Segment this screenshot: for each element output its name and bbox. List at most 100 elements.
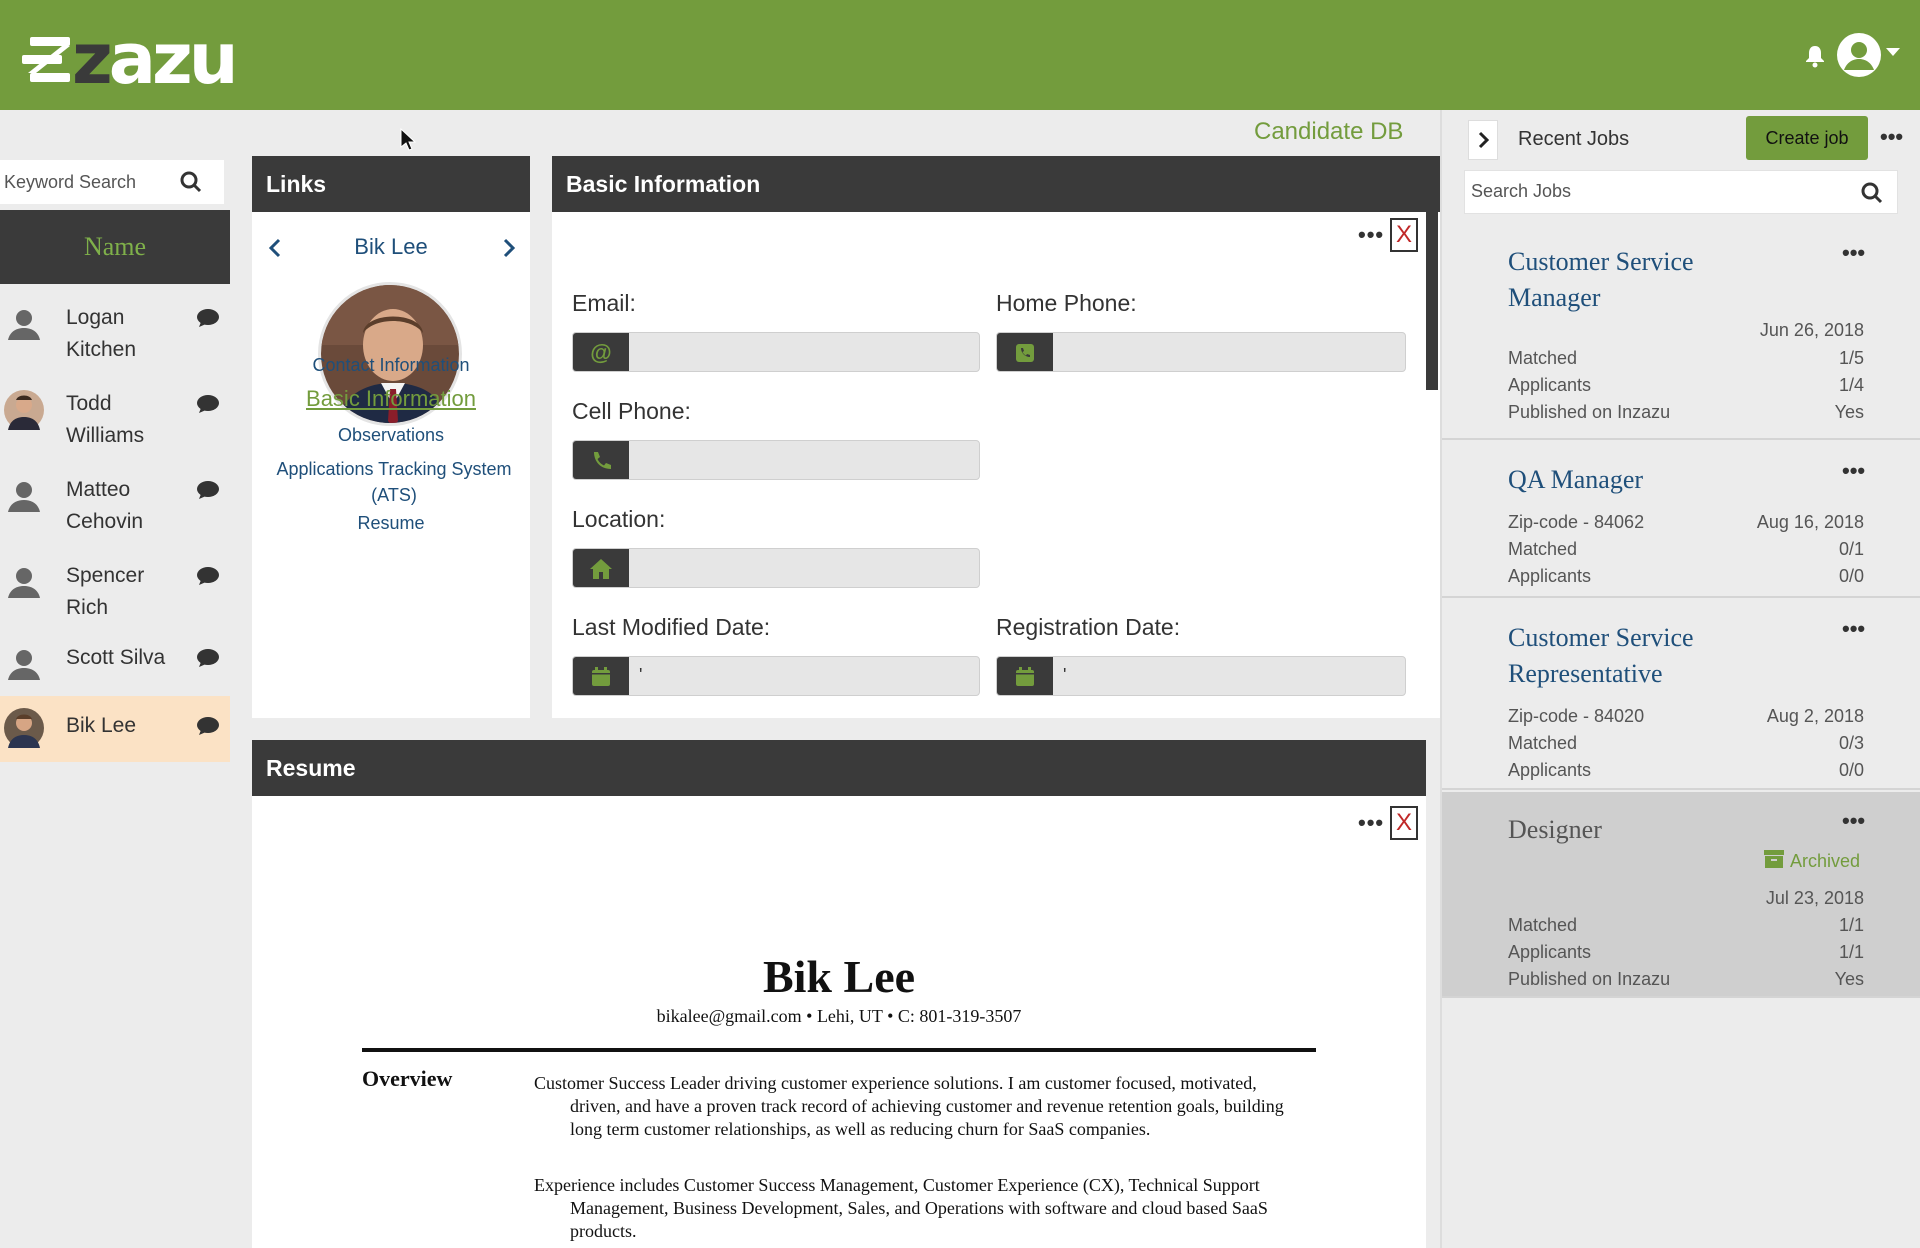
more-options-icon[interactable]: ••• (1358, 222, 1384, 248)
job-matched-row: Matched 0/1 (1508, 539, 1864, 559)
divider (362, 1048, 1316, 1052)
user-avatar-icon[interactable] (1836, 32, 1882, 78)
phone-icon (573, 441, 629, 479)
search-icon[interactable] (180, 171, 202, 198)
candidate-name: Todd Williams (66, 392, 145, 447)
logo-text: zazu (72, 18, 239, 100)
cell-phone-label: Cell Phone: (572, 398, 691, 424)
link-basic-information[interactable]: Basic Information (252, 386, 530, 412)
job-applicants-row: Applicants 0/0 (1508, 566, 1864, 586)
candidate-name: Scott Silva (66, 646, 166, 669)
job-published-row: Published on Inzazu Yes (1508, 969, 1864, 989)
job-card-archived[interactable]: Designer ••• Archived Jul 23, 2018 Match… (1442, 792, 1920, 998)
candidate-item-active[interactable]: Bik Lee (0, 696, 230, 762)
page-title: Candidate DB (1254, 118, 1404, 145)
resume-contact: bikalee@gmail.com • Lehi, UT • C: 801-31… (656, 1006, 1022, 1026)
name-column-header[interactable]: Name (0, 210, 230, 284)
job-published-row: Published on Inzazu Yes (1508, 402, 1864, 422)
email-field[interactable]: @ (572, 332, 980, 372)
candidate-item[interactable]: Spencer Rich (0, 542, 230, 628)
job-title[interactable]: Customer Service Manager (1508, 244, 1768, 316)
job-card[interactable]: Customer Service Manager ••• Jun 26, 201… (1442, 224, 1920, 440)
job-title[interactable]: Customer Service Representative (1508, 620, 1768, 692)
chat-icon[interactable] (196, 716, 220, 741)
user-avatar-icon (4, 304, 44, 344)
job-zip-row: Zip-code - 84020 Aug 2, 2018 (1508, 706, 1864, 726)
basic-information-panel: Basic Information ••• X Email: @ Home Ph… (552, 156, 1440, 718)
more-options-icon[interactable]: ••• (1358, 810, 1384, 836)
archive-box-icon (1764, 850, 1784, 873)
last-modified-label: Last Modified Date: (572, 614, 771, 640)
candidate-name: Bik Lee (66, 714, 137, 737)
candidate-list: Name Logan Kitchen Todd Williams Matteo Ceh… (0, 210, 230, 1248)
job-title[interactable]: Designer (1508, 812, 1768, 848)
email-label: Email: (572, 290, 636, 316)
chat-icon[interactable] (196, 308, 220, 333)
chat-icon[interactable] (196, 480, 220, 505)
location-label: Location: (572, 506, 666, 532)
bell-icon[interactable] (1804, 44, 1826, 68)
resume-paragraph: Customer Success Leader driving customer… (534, 1073, 1284, 1139)
links-panel-title: Links (252, 156, 530, 212)
calendar-icon (997, 657, 1053, 695)
current-candidate-name: Bik Lee (354, 234, 428, 259)
link-resume[interactable]: Resume (252, 510, 530, 536)
search-icon[interactable] (1861, 182, 1883, 209)
links-panel: Links Bik Lee Contact Information Basic … (252, 156, 530, 718)
phone-square-icon (997, 333, 1053, 371)
resume-paragraph: Experience includes Customer Success Man… (534, 1175, 1268, 1241)
basic-information-title: Basic Information (552, 156, 1440, 212)
location-field[interactable] (572, 548, 980, 588)
user-avatar-icon (4, 562, 44, 602)
chevron-right-icon[interactable] (502, 238, 516, 263)
home-phone-field[interactable] (996, 332, 1406, 372)
inzazu-logo[interactable]: zazu (22, 18, 239, 100)
keyword-search (0, 160, 224, 204)
job-card[interactable]: Customer Service Representative ••• Zip-… (1442, 600, 1920, 790)
registration-label: Registration Date: (996, 614, 1181, 640)
job-matched-row: Matched 1/5 (1508, 348, 1864, 368)
chevron-right-icon[interactable] (1468, 120, 1498, 160)
candidate-item[interactable]: Matteo Cehovin (0, 456, 230, 542)
candidate-item[interactable]: Scott Silva (0, 628, 230, 696)
more-options-icon[interactable]: ••• (1842, 808, 1865, 834)
more-options-icon[interactable]: ••• (1842, 458, 1865, 484)
link-observations[interactable]: Observations (252, 422, 530, 448)
candidate-navigator: Bik Lee (252, 212, 530, 282)
archived-badge: Archived (1764, 850, 1860, 873)
chevron-down-icon[interactable] (1886, 48, 1900, 56)
chat-icon[interactable] (196, 648, 220, 673)
job-search-input[interactable] (1471, 181, 1851, 202)
job-card[interactable]: QA Manager ••• Zip-code - 84062 Aug 16, 2… (1442, 442, 1920, 598)
last-modified-field[interactable]: ' (572, 656, 980, 696)
link-ats[interactable]: Applications Tracking System (ATS) (252, 456, 530, 508)
registration-date-field[interactable]: ' (996, 656, 1406, 696)
job-search (1464, 170, 1898, 214)
recent-jobs-sidebar: Recent Jobs Create job ••• Customer Serv… (1440, 110, 1920, 1248)
candidate-photo (4, 390, 44, 430)
job-matched-row: Matched 0/3 (1508, 733, 1864, 753)
candidate-item[interactable]: Logan Kitchen (0, 284, 230, 370)
cell-phone-field[interactable] (572, 440, 980, 480)
job-date-row: Jul 23, 2018 (1765, 888, 1864, 908)
chat-icon[interactable] (196, 394, 220, 419)
keyword-search-input[interactable] (4, 171, 184, 193)
more-options-icon[interactable]: ••• (1842, 616, 1865, 642)
more-options-icon[interactable]: ••• (1880, 124, 1903, 150)
job-title[interactable]: QA Manager (1508, 462, 1768, 498)
mouse-cursor-icon (400, 127, 417, 157)
home-icon (573, 549, 629, 587)
create-job-button[interactable]: Create job (1746, 116, 1868, 160)
more-options-icon[interactable]: ••• (1842, 240, 1865, 266)
candidate-item[interactable]: Todd Williams (0, 370, 230, 456)
chat-icon[interactable] (196, 566, 220, 591)
home-phone-label: Home Phone: (996, 290, 1137, 316)
logo-mark (22, 33, 78, 85)
scrollbar-thumb[interactable] (1426, 212, 1438, 390)
close-button[interactable]: X (1390, 806, 1418, 840)
job-applicants-row: Applicants 1/4 (1508, 375, 1864, 395)
link-contact-information[interactable]: Contact Information (252, 352, 530, 378)
job-matched-row: Matched 1/1 (1508, 915, 1864, 935)
candidate-name: Matteo Cehovin (66, 478, 144, 533)
close-button[interactable]: X (1390, 218, 1418, 252)
